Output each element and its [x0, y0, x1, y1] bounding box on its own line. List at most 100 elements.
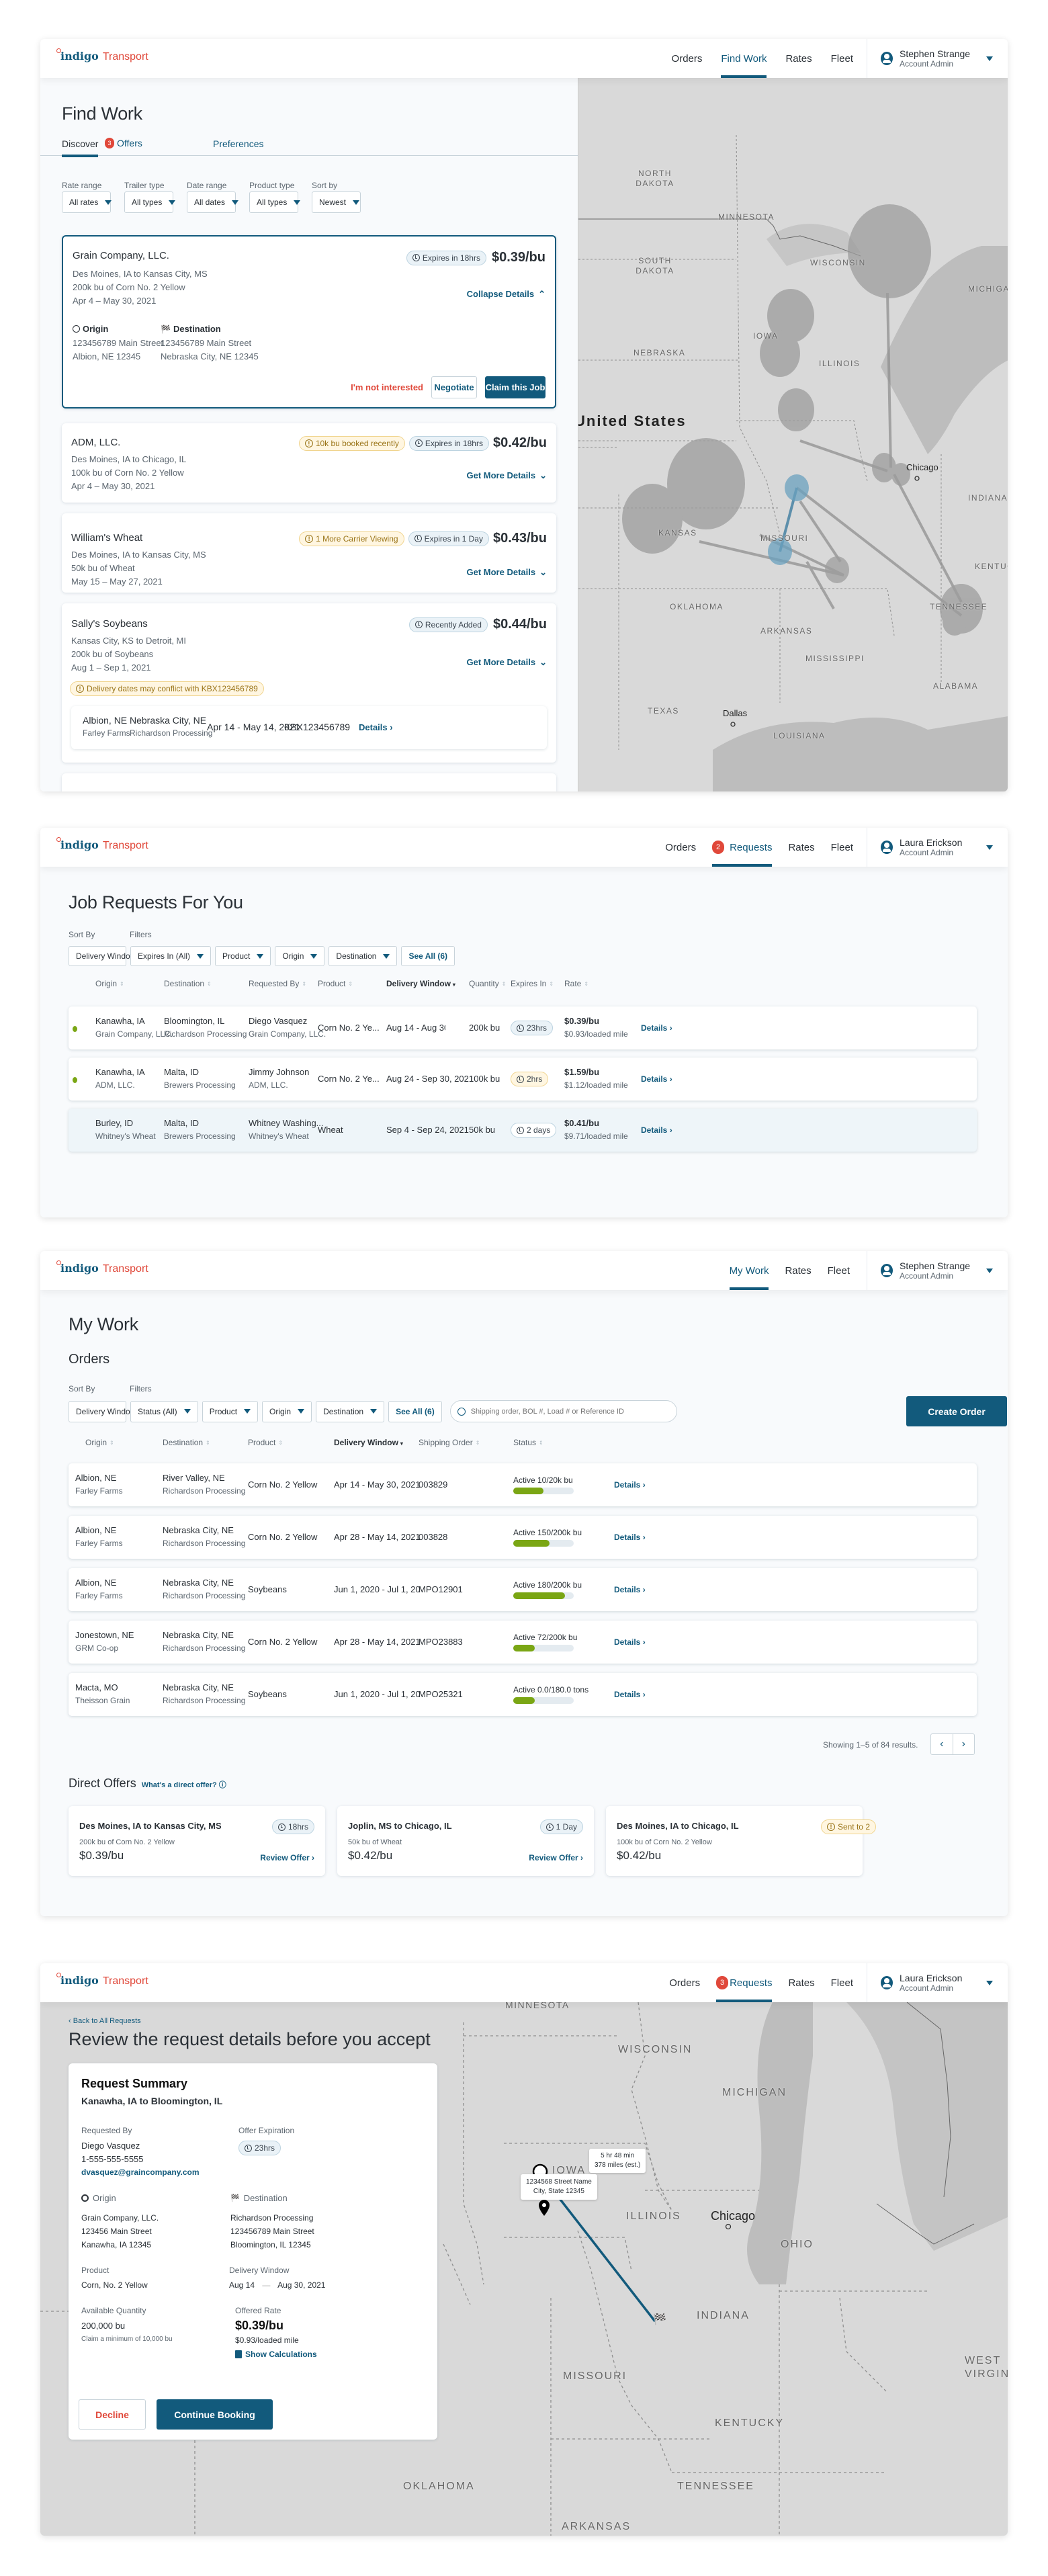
- get-more-details-link[interactable]: Get More Details ⌄: [467, 567, 548, 578]
- column-header-destination[interactable]: Destination ⇕: [163, 1438, 210, 1447]
- previous-page-button[interactable]: ‹: [931, 1734, 953, 1754]
- job-card[interactable]: Sally's Soybeans Kansas City, KS to Detr…: [62, 603, 556, 763]
- nav-find-work[interactable]: Find Work: [721, 39, 767, 78]
- nav-fleet[interactable]: Fleet: [831, 1963, 853, 2002]
- details-link[interactable]: Details ›: [614, 1585, 646, 1594]
- table-row[interactable]: Albion, NE Farley Farms River Valley, NE Ri…: [69, 1463, 977, 1506]
- origin-filter[interactable]: Origin: [262, 1400, 312, 1422]
- table-row[interactable]: Macta, MO Theisson Grain Nebraska City, NE…: [69, 1673, 977, 1716]
- claim-job-button[interactable]: Claim this Job: [485, 376, 545, 398]
- nav-requests[interactable]: 2 Requests: [712, 828, 773, 867]
- column-header-destination[interactable]: Destination ⇕: [164, 979, 212, 988]
- brand-logo[interactable]: indigo Transport: [56, 1973, 148, 1987]
- nav-fleet[interactable]: Fleet: [828, 1251, 850, 1290]
- direct-offer-card[interactable]: Joplin, MS to Chicago, IL 50k bu of Wheat…: [337, 1806, 594, 1876]
- destination-filter[interactable]: Destination: [316, 1400, 385, 1422]
- column-header-quantity[interactable]: Quantity ⇕: [469, 979, 506, 988]
- column-header-expires-in[interactable]: Expires In ⇕: [511, 979, 554, 988]
- brand-logo[interactable]: indigo Transport: [56, 48, 148, 63]
- column-header-rate[interactable]: Rate ⇕: [564, 979, 588, 988]
- nav-fleet[interactable]: Fleet: [831, 828, 853, 867]
- job-card[interactable]: William's Wheat Des Moines, IA to Kansas…: [62, 513, 556, 593]
- nav-my-work[interactable]: My Work: [729, 1251, 769, 1290]
- see-all-filters-button[interactable]: See All (6): [401, 946, 455, 966]
- job-card-partial[interactable]: [62, 773, 556, 791]
- direct-offer-card[interactable]: Des Moines, IA to Chicago, IL 100k bu of …: [606, 1806, 876, 1876]
- conflicting-order-row[interactable]: Albion, NE Farley Farms Nebraska City, NE…: [71, 706, 547, 749]
- product-filter[interactable]: Product: [202, 1400, 259, 1422]
- nav-fleet[interactable]: Fleet: [831, 39, 853, 78]
- show-calculations-link[interactable]: Show Calculations: [235, 2350, 317, 2359]
- tab-offers[interactable]: 3 Offers: [105, 138, 142, 148]
- nav-rates[interactable]: Rates: [788, 828, 814, 867]
- see-all-filters-button[interactable]: See All (6): [388, 1400, 442, 1422]
- review-offer-link[interactable]: Review Offer ›: [260, 1853, 314, 1862]
- details-link[interactable]: Details ›: [614, 1637, 646, 1647]
- column-header-product[interactable]: Product ⇕: [248, 1438, 283, 1447]
- nav-rates[interactable]: Rates: [785, 1251, 811, 1290]
- details-link[interactable]: Details ›: [614, 1690, 646, 1699]
- column-header-product[interactable]: Product ⇕: [318, 979, 353, 988]
- table-row[interactable]: Kanawha, IA Grain Company, LLC. Bloomingt…: [69, 1006, 977, 1049]
- conflict-details-link[interactable]: Details ›: [359, 722, 393, 732]
- sort-by-select[interactable]: Delivery Window: [69, 946, 150, 966]
- origin-filter[interactable]: Origin: [275, 946, 325, 966]
- table-row[interactable]: Kanawha, IA ADM, LLC. Malta, ID Brewers Pr…: [69, 1058, 977, 1101]
- user-menu[interactable]: Stephen Strange Account Admin: [867, 1251, 1008, 1290]
- status-filter[interactable]: Status (All): [130, 1400, 198, 1422]
- user-menu[interactable]: Laura Erickson Account Admin: [867, 828, 1008, 867]
- search-input[interactable]: [470, 1407, 666, 1416]
- product-filter[interactable]: Product: [215, 946, 271, 966]
- collapse-details-link[interactable]: Collapse Details ⌃: [467, 289, 545, 300]
- column-header-status[interactable]: Status ⇕: [513, 1438, 543, 1447]
- back-to-requests-link[interactable]: ‹ Back to All Requests: [69, 2017, 141, 2025]
- create-order-button[interactable]: Create Order: [906, 1396, 1007, 1426]
- not-interested-link[interactable]: I'm not interested: [351, 382, 423, 392]
- column-header-shipping-order[interactable]: Shipping Order ⇕: [419, 1438, 480, 1447]
- nav-orders[interactable]: Orders: [665, 828, 696, 867]
- column-header-origin[interactable]: Origin ⇕: [85, 1438, 114, 1447]
- trailer-type-select[interactable]: All types: [124, 191, 176, 213]
- user-menu[interactable]: Stephen Strange Account Admin: [867, 39, 1008, 78]
- decline-button[interactable]: Decline: [79, 2399, 146, 2430]
- nav-orders[interactable]: Orders: [672, 39, 703, 78]
- nav-orders[interactable]: Orders: [669, 1963, 700, 2002]
- brand-logo[interactable]: indigo Transport: [56, 1260, 148, 1275]
- jobs-map[interactable]: NORTH DAKOTA SOUTH DAKOTA MINNESOTA WISC…: [578, 78, 1008, 791]
- job-card[interactable]: Grain Company, LLC. Des Moines, IA to Ka…: [62, 235, 556, 409]
- tab-preferences[interactable]: Preferences: [213, 138, 263, 149]
- sort-by-select[interactable]: Delivery Window: [69, 1400, 150, 1422]
- table-row[interactable]: Jonestown, NE GRM Co-op Nebraska City, NE R…: [69, 1621, 977, 1664]
- direct-offer-card[interactable]: Des Moines, IA to Kansas City, MS 200k bu…: [69, 1806, 325, 1876]
- tab-discover[interactable]: Discover: [62, 138, 99, 157]
- date-range-select[interactable]: All dates: [187, 191, 239, 213]
- column-header-origin[interactable]: Origin ⇕: [95, 979, 124, 988]
- details-link[interactable]: Details ›: [614, 1533, 646, 1542]
- direct-offer-help-link[interactable]: What's a direct offer? ⓘ: [142, 1779, 226, 1790]
- column-header-delivery-window[interactable]: Delivery Window ▾: [334, 1438, 403, 1447]
- nav-rates[interactable]: Rates: [788, 1963, 814, 2002]
- table-row[interactable]: Albion, NE Farley Farms Nebraska City, NE R…: [69, 1568, 977, 1611]
- review-offer-link[interactable]: Review Offer ›: [529, 1853, 583, 1862]
- continue-booking-button[interactable]: Continue Booking: [157, 2399, 273, 2430]
- search-field[interactable]: [449, 1400, 677, 1422]
- brand-logo[interactable]: indigo Transport: [56, 837, 148, 852]
- expires-filter[interactable]: Expires In (All): [130, 946, 212, 966]
- details-link[interactable]: Details ›: [641, 1125, 672, 1135]
- nav-requests[interactable]: 3 Requests: [716, 1963, 773, 2002]
- details-link[interactable]: Details ›: [614, 1480, 646, 1490]
- sort-by-select[interactable]: Newest: [312, 191, 361, 213]
- details-link[interactable]: Details ›: [641, 1074, 672, 1084]
- user-menu[interactable]: Laura Erickson Account Admin: [867, 1963, 1008, 2002]
- column-header-delivery-window[interactable]: Delivery Window ▾: [386, 979, 455, 988]
- details-link[interactable]: Details ›: [641, 1023, 672, 1033]
- rate-range-select[interactable]: All rates: [62, 191, 112, 213]
- next-page-button[interactable]: ›: [953, 1734, 975, 1754]
- get-more-details-link[interactable]: Get More Details ⌄: [467, 470, 548, 481]
- negotiate-button[interactable]: Negotiate: [431, 376, 477, 398]
- get-more-details-link[interactable]: Get More Details ⌄: [467, 657, 548, 668]
- nav-rates[interactable]: Rates: [785, 39, 812, 78]
- column-header-requested-by[interactable]: Requested By ⇕: [249, 979, 306, 988]
- destination-filter[interactable]: Destination: [329, 946, 398, 966]
- job-card[interactable]: ADM, LLC. Des Moines, IA to Chicago, IL …: [62, 423, 556, 503]
